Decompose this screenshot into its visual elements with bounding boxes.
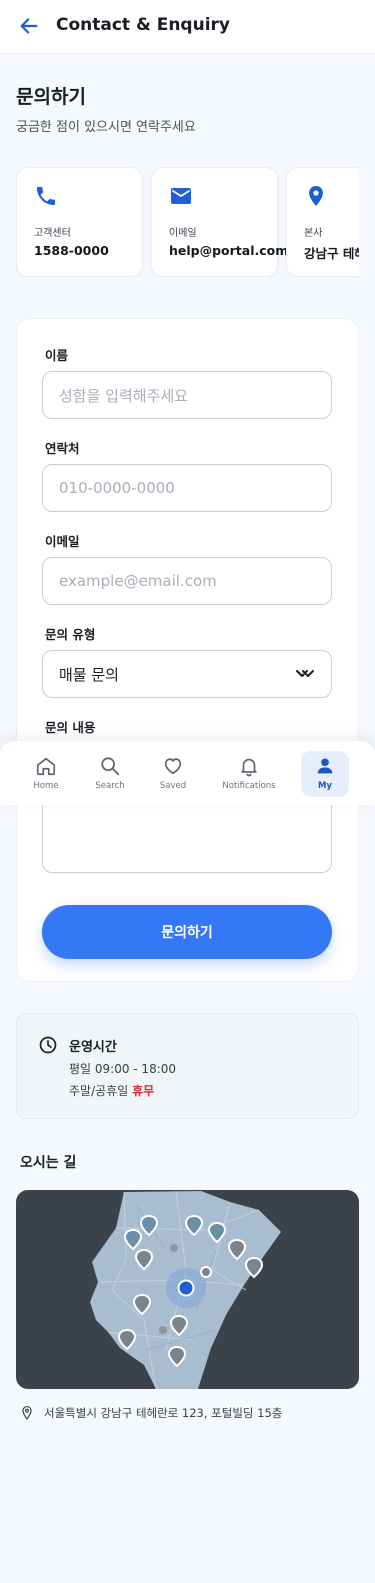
nav-label: Search	[95, 781, 125, 791]
heart-icon	[164, 758, 182, 775]
nav-item-my[interactable]: My	[301, 751, 349, 797]
address-row: 서울특별시 강남구 테헤란로 123, 포털빌딩 15층	[20, 1405, 282, 1421]
search-icon	[101, 757, 120, 776]
hours-weekend: 주말/공휴일 휴무	[69, 1082, 154, 1099]
hours-weekend-prefix: 주말/공휴일	[69, 1084, 129, 1098]
nav-label: Saved	[159, 781, 187, 791]
location-pin-outline-icon	[22, 1405, 32, 1420]
contact-card-email[interactable]: 이메일 help@portal.com	[151, 167, 288, 277]
contact-card-phone[interactable]: 고객센터 1588-0000	[16, 167, 143, 277]
nav-item-home[interactable]: Home	[22, 751, 70, 797]
contact-cards-scroller[interactable]: 고객센터 1588-0000 이메일 help@portal.com 본사 강남…	[16, 167, 359, 277]
enquiry-form: 이름 성함을 입력해주세요 연락처 010-0000-0000 이메일 exam…	[16, 318, 359, 982]
hours-weekday: 평일 09:00 - 18:00	[69, 1062, 177, 1076]
bottom-nav: Home Search Saved Notifications My	[0, 741, 375, 805]
name-input[interactable]: 성함을 입력해주세요	[42, 371, 332, 419]
operating-hours: 운영시간 평일 09:00 - 18:00 주말/공휴일 휴무	[16, 1013, 359, 1119]
bell-icon	[241, 758, 257, 777]
enquiry-type-label: 문의 유형	[45, 627, 96, 642]
clock-icon	[39, 1036, 57, 1054]
enquiry-content-label: 문의 내용	[45, 720, 96, 735]
nav-item-search[interactable]: Search	[86, 751, 134, 797]
mail-icon	[171, 188, 191, 204]
email-label: 이메일	[45, 534, 80, 549]
nav-label: My	[318, 781, 332, 791]
hours-title: 운영시간	[69, 1040, 117, 1055]
contact-card-value: 1588-0000	[34, 243, 109, 258]
enquiry-type-select[interactable]: 매물 문의	[42, 650, 332, 698]
header-title: Contact & Enquiry	[56, 15, 231, 35]
app-header: Contact & Enquiry	[0, 0, 375, 54]
chevron-down-icon	[296, 670, 314, 677]
nav-label: Notifications	[222, 781, 276, 791]
name-label: 이름	[45, 348, 69, 363]
arrow-left-icon	[20, 18, 38, 34]
email-input[interactable]: example@email.com	[42, 557, 332, 605]
enquiry-type-value: 매물 문의	[59, 665, 119, 684]
contact-card-label: 본사	[304, 228, 323, 239]
contact-card-value: 강남구 테헤란로	[304, 246, 359, 261]
contact-card-label: 고객센터	[34, 228, 71, 239]
phone-label: 연락처	[45, 441, 80, 456]
address-text: 서울특별시 강남구 테헤란로 123, 포털빌딩 15층	[44, 1406, 283, 1420]
contact-card-value: help@portal.com	[169, 243, 289, 258]
back-button[interactable]	[16, 13, 42, 39]
home-icon	[36, 757, 56, 776]
nav-item-notifications[interactable]: Notifications	[222, 751, 276, 797]
person-icon	[317, 758, 333, 774]
nav-item-saved[interactable]: Saved	[149, 751, 197, 797]
nav-label: Home	[33, 781, 59, 791]
contact-card-label: 이메일	[169, 228, 197, 239]
phone-input[interactable]: 010-0000-0000	[42, 464, 332, 512]
location-map[interactable]	[16, 1190, 359, 1389]
contact-card-office[interactable]: 본사 강남구 테헤란로	[286, 167, 359, 277]
location-pin-icon	[309, 186, 323, 206]
submit-button[interactable]: 문의하기	[42, 905, 332, 959]
phone-icon	[37, 187, 55, 205]
directions-title: 오시는 길	[20, 1155, 77, 1171]
page-title: 문의하기	[16, 86, 86, 108]
page-subtitle: 궁금한 점이 있으시면 연락주세요	[16, 120, 196, 135]
hours-weekend-status: 휴무	[132, 1084, 155, 1098]
